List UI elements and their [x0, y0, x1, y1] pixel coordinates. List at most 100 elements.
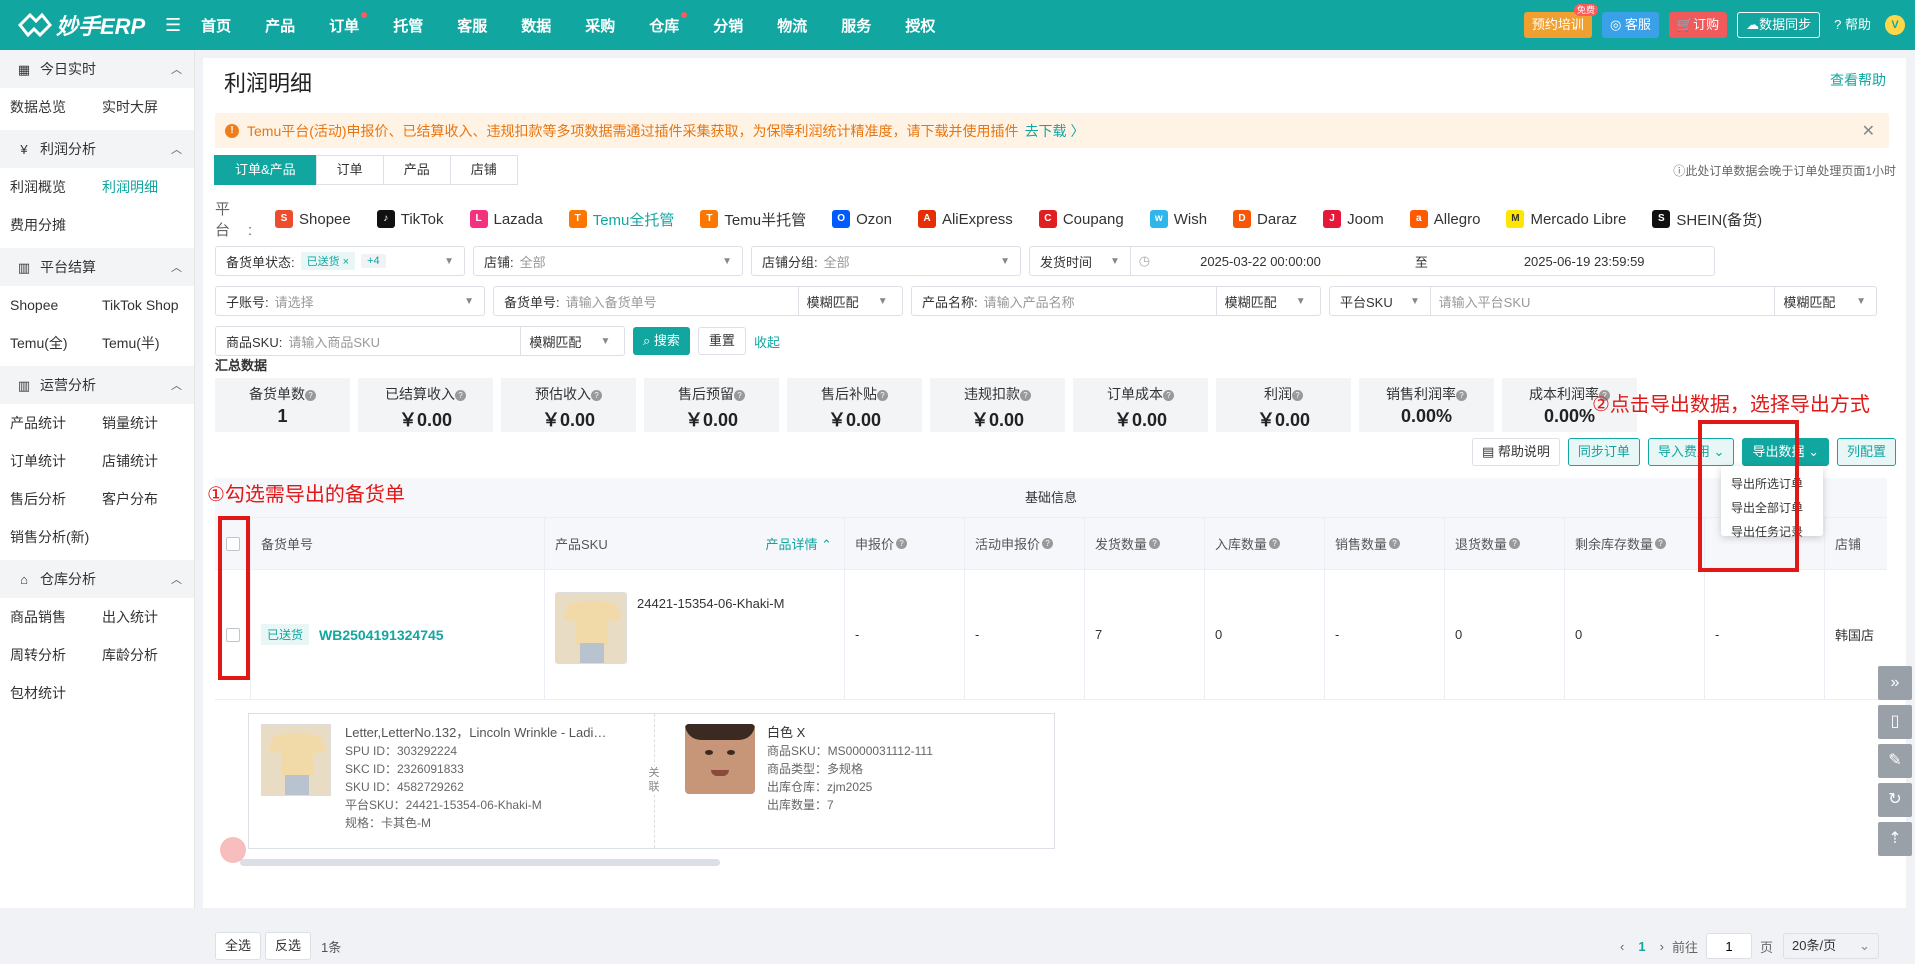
sidebar-group[interactable]: ¥ 利润分析 ︿: [0, 130, 194, 168]
date-start[interactable]: 2025-03-22 00:00:00: [1200, 254, 1321, 269]
sidebar-item[interactable]: 数据总览: [10, 92, 102, 130]
platform-option[interactable]: w Wish: [1149, 210, 1207, 228]
date-range-filter[interactable]: 发货时间 ▼ ◷ 2025-03-22 00:00:00 至 2025-06-1…: [1029, 246, 1715, 276]
sidebar-item[interactable]: 库龄分析: [102, 640, 194, 678]
status-chip[interactable]: 已送货 ×: [300, 252, 356, 270]
nav-item[interactable]: 服务: [841, 15, 871, 36]
sidebar-item[interactable]: 销售分析(新): [10, 522, 102, 560]
goods-image[interactable]: [685, 724, 755, 794]
current-page[interactable]: 1: [1638, 939, 1645, 954]
help-icon[interactable]: ?: [1149, 538, 1161, 549]
help-button[interactable]: ? 帮助: [1830, 12, 1875, 38]
sub-account-filter[interactable]: 子账号: 请选择 ▼: [215, 286, 485, 316]
product-image[interactable]: [555, 592, 627, 664]
nav-item[interactable]: 产品: [265, 15, 295, 36]
search-button[interactable]: ⌕ 搜索: [633, 327, 690, 355]
help-icon[interactable]: ?: [455, 390, 466, 401]
match-select[interactable]: 模糊匹配 ▼: [1215, 287, 1316, 315]
sidebar-item[interactable]: 出入统计: [102, 602, 194, 640]
help-icon[interactable]: ?: [1655, 538, 1667, 549]
shop-group-filter[interactable]: 店铺分组: 全部 ▼: [751, 246, 1021, 276]
goods-sku-filter[interactable]: 商品SKU: 请输入商品SKU 模糊匹配 ▼: [215, 326, 625, 356]
platform-option[interactable]: J Joom: [1323, 210, 1384, 228]
sidebar-group[interactable]: ▥ 平台结算 ︿: [0, 248, 194, 286]
horizontal-scrollbar[interactable]: [240, 859, 720, 866]
nav-item[interactable]: 首页: [201, 15, 231, 36]
sidebar-group[interactable]: ▥ 运营分析 ︿: [0, 366, 194, 404]
sidebar-item[interactable]: 店铺统计: [102, 446, 194, 484]
nav-item[interactable]: 订单: [329, 11, 368, 36]
product-detail-toggle[interactable]: 产品详情 ⌃: [765, 534, 832, 553]
sidebar-item[interactable]: 实时大屏: [102, 92, 194, 130]
nav-item[interactable]: 授权: [905, 15, 935, 36]
product-name-filter[interactable]: 产品名称: 请输入产品名称 模糊匹配 ▼: [911, 286, 1321, 316]
match-select[interactable]: 模糊匹配 ▼: [797, 287, 898, 315]
help-icon[interactable]: ?: [1163, 390, 1174, 401]
download-plugin-link[interactable]: 去下载 〉: [1025, 121, 1085, 141]
next-page-icon[interactable]: ›: [1660, 939, 1664, 954]
sidebar-item[interactable]: 销量统计: [102, 408, 194, 446]
feedback-icon[interactable]: ✎: [1878, 744, 1912, 778]
page-size-select[interactable]: 20条/页 ⌄: [1783, 933, 1879, 959]
date-range[interactable]: ◷ 2025-03-22 00:00:00 至 2025-06-19 23:59…: [1129, 247, 1714, 275]
menu-toggle-icon[interactable]: ☰: [165, 15, 181, 36]
close-icon[interactable]: ✕: [1862, 121, 1875, 141]
nav-item[interactable]: 仓库: [649, 11, 688, 36]
sidebar-group[interactable]: ⌂ 仓库分析 ︿: [0, 560, 194, 598]
platform-option[interactable]: T Temu全托管: [568, 209, 674, 230]
tab[interactable]: 订单: [315, 155, 384, 185]
platform-option[interactable]: T Temu半托管: [700, 209, 806, 230]
tab[interactable]: 产品: [382, 155, 451, 185]
help-icon[interactable]: ?: [1456, 390, 1467, 401]
platform-option[interactable]: O Ozon: [832, 210, 892, 228]
goods-sku-input[interactable]: 请输入商品SKU: [288, 332, 520, 351]
mobile-icon[interactable]: ▯: [1878, 705, 1912, 739]
product-name-input[interactable]: 请输入产品名称: [984, 292, 1216, 311]
nav-item[interactable]: 数据: [521, 15, 551, 36]
subscribe-button[interactable]: 🛒订购: [1668, 12, 1728, 38]
reset-button[interactable]: 重置: [697, 327, 746, 355]
sidebar-item[interactable]: 客户分布: [102, 484, 194, 522]
customer-service-button[interactable]: ◎ 客服: [1601, 12, 1659, 38]
sidebar-item[interactable]: 订单统计: [10, 446, 102, 484]
avatar[interactable]: V: [1885, 15, 1905, 35]
sidebar-item[interactable]: Temu(半): [102, 328, 194, 366]
help-icon[interactable]: ?: [1020, 390, 1031, 401]
sidebar-item[interactable]: 包材统计: [10, 678, 102, 716]
platform-sku-input[interactable]: 请输入平台SKU: [1429, 287, 1775, 315]
help-icon[interactable]: ?: [734, 390, 745, 401]
help-icon[interactable]: ?: [1042, 538, 1054, 549]
training-button[interactable]: 预约培训 免费: [1523, 4, 1598, 38]
refresh-icon[interactable]: ↻: [1878, 783, 1912, 817]
help-icon[interactable]: ?: [305, 390, 316, 401]
sidebar-item[interactable]: 商品销售: [10, 602, 102, 640]
product-detail-image[interactable]: [261, 724, 331, 796]
match-select[interactable]: 模糊匹配 ▼: [520, 327, 620, 355]
help-icon[interactable]: ?: [591, 390, 602, 401]
platform-option[interactable]: L Lazada: [469, 210, 543, 228]
page-number-input[interactable]: [1705, 933, 1752, 959]
brand-logo[interactable]: 妙手ERP: [0, 9, 165, 41]
help-icon[interactable]: ?: [1509, 538, 1521, 549]
match-select[interactable]: 模糊匹配 ▼: [1774, 287, 1876, 315]
platform-option[interactable]: M Mercado Libre: [1506, 210, 1626, 228]
invert-selection-button[interactable]: 反选: [265, 932, 312, 960]
platform-option[interactable]: S SHEIN(备货): [1652, 209, 1762, 230]
date-end[interactable]: 2025-06-19 23:59:59: [1524, 254, 1645, 269]
platform-option[interactable]: S Shopee: [275, 210, 351, 228]
nav-item[interactable]: 物流: [777, 15, 807, 36]
sidebar-group[interactable]: ▦ 今日实时 ︿: [0, 50, 194, 88]
platform-option[interactable]: A AliExpress: [917, 210, 1013, 228]
tab[interactable]: 店铺: [449, 155, 518, 185]
platform-option[interactable]: ♪ TikTok: [376, 210, 444, 228]
nav-item[interactable]: 采购: [585, 15, 615, 36]
sidebar-item[interactable]: 利润概览: [10, 172, 102, 210]
help-icon[interactable]: ?: [1292, 390, 1303, 401]
select-all-button[interactable]: 全选: [215, 932, 262, 960]
expand-icon[interactable]: »: [1878, 666, 1912, 700]
sidebar-item[interactable]: Temu(全): [10, 328, 102, 366]
sidebar-item[interactable]: 周转分析: [10, 640, 102, 678]
column-config-button[interactable]: 列配置: [1836, 438, 1896, 466]
nav-item[interactable]: 分销: [713, 15, 743, 36]
platform-option[interactable]: C Coupang: [1038, 210, 1124, 228]
